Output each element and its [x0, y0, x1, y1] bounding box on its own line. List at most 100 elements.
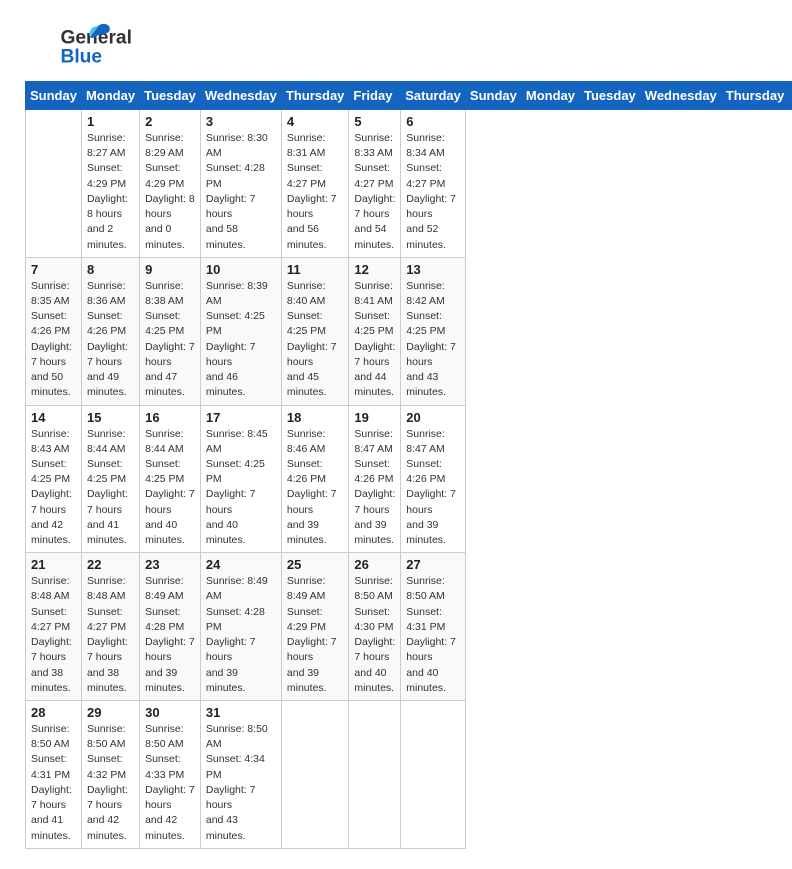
day-number: 28	[31, 705, 76, 720]
day-info: Sunrise: 8:27 AMSunset: 4:29 PMDaylight:…	[87, 131, 134, 253]
day-of-week-header: Monday	[81, 82, 139, 110]
day-number: 6	[406, 114, 460, 129]
calendar-cell: 10 Sunrise: 8:39 AMSunset: 4:25 PMDayligh…	[200, 257, 281, 405]
day-number: 31	[206, 705, 276, 720]
calendar-week-row: 7 Sunrise: 8:35 AMSunset: 4:26 PMDaylight…	[26, 257, 792, 405]
day-number: 30	[145, 705, 195, 720]
calendar-cell: 4Sunrise: 8:31 AMSunset: 4:27 PMDaylight…	[281, 110, 349, 258]
day-number: 16	[145, 410, 195, 425]
calendar-cell: 2Sunrise: 8:29 AMSunset: 4:29 PMDaylight…	[140, 110, 201, 258]
day-of-week-header: Sunday	[26, 82, 82, 110]
day-info: Sunrise: 8:43 AMSunset: 4:25 PMDaylight:…	[31, 427, 76, 549]
calendar-cell: 6Sunrise: 8:34 AMSunset: 4:27 PMDaylight…	[401, 110, 466, 258]
calendar-week-row: 28 Sunrise: 8:50 AMSunset: 4:31 PMDayligh…	[26, 701, 792, 849]
logo-icon: General Blue	[25, 20, 145, 73]
day-number: 11	[287, 262, 344, 277]
day-number: 24	[206, 557, 276, 572]
day-number: 25	[287, 557, 344, 572]
day-number: 8	[87, 262, 134, 277]
day-number: 10	[206, 262, 276, 277]
calendar-cell: 13 Sunrise: 8:42 AMSunset: 4:25 PMDayligh…	[401, 257, 466, 405]
calendar-week-row: 21 Sunrise: 8:48 AMSunset: 4:27 PMDayligh…	[26, 553, 792, 701]
calendar-cell: 8 Sunrise: 8:36 AMSunset: 4:26 PMDaylight…	[81, 257, 139, 405]
day-info: Sunrise: 8:50 AMSunset: 4:30 PMDaylight:…	[354, 574, 395, 696]
day-of-week-header: Thursday	[281, 82, 349, 110]
calendar-table: SundayMondayTuesdayWednesdayThursdayFrid…	[25, 81, 792, 849]
day-number: 19	[354, 410, 395, 425]
calendar-cell: 24 Sunrise: 8:49 AMSunset: 4:28 PMDayligh…	[200, 553, 281, 701]
day-number: 27	[406, 557, 460, 572]
weekday-header: Wednesday	[640, 82, 721, 110]
calendar-cell	[26, 110, 82, 258]
day-number: 12	[354, 262, 395, 277]
day-info: Sunrise: 8:45 AMSunset: 4:25 PMDaylight:…	[206, 427, 276, 549]
day-number: 9	[145, 262, 195, 277]
day-number: 7	[31, 262, 76, 277]
day-info: Sunrise: 8:39 AMSunset: 4:25 PMDaylight:…	[206, 279, 276, 401]
day-info: Sunrise: 8:50 AMSunset: 4:32 PMDaylight:…	[87, 722, 134, 844]
calendar-cell: 14Sunrise: 8:43 AMSunset: 4:25 PMDayligh…	[26, 405, 82, 553]
calendar-header-row: SundayMondayTuesdayWednesdayThursdayFrid…	[26, 82, 792, 110]
day-number: 18	[287, 410, 344, 425]
day-number: 13	[406, 262, 460, 277]
logo: General Blue	[25, 20, 145, 73]
calendar-cell: 12 Sunrise: 8:41 AMSunset: 4:25 PMDayligh…	[349, 257, 401, 405]
day-number: 20	[406, 410, 460, 425]
day-info: Sunrise: 8:42 AMSunset: 4:25 PMDaylight:…	[406, 279, 460, 401]
weekday-header: Tuesday	[580, 82, 641, 110]
day-info: Sunrise: 8:47 AMSunset: 4:26 PMDaylight:…	[354, 427, 395, 549]
day-info: Sunrise: 8:49 AMSunset: 4:28 PMDaylight:…	[206, 574, 276, 696]
calendar-cell: 20 Sunrise: 8:47 AMSunset: 4:26 PMDayligh…	[401, 405, 466, 553]
day-info: Sunrise: 8:46 AMSunset: 4:26 PMDaylight:…	[287, 427, 344, 549]
weekday-header: Sunday	[465, 82, 521, 110]
day-info: Sunrise: 8:49 AMSunset: 4:28 PMDaylight:…	[145, 574, 195, 696]
day-info: Sunrise: 8:49 AMSunset: 4:29 PMDaylight:…	[287, 574, 344, 696]
calendar-cell: 15 Sunrise: 8:44 AMSunset: 4:25 PMDayligh…	[81, 405, 139, 553]
day-info: Sunrise: 8:50 AMSunset: 4:31 PMDaylight:…	[31, 722, 76, 844]
day-info: Sunrise: 8:44 AMSunset: 4:25 PMDaylight:…	[87, 427, 134, 549]
calendar-cell: 22Sunrise: 8:48 AMSunset: 4:27 PMDayligh…	[81, 553, 139, 701]
calendar-cell: 25 Sunrise: 8:49 AMSunset: 4:29 PMDayligh…	[281, 553, 349, 701]
day-number: 1	[87, 114, 134, 129]
calendar-cell: 28 Sunrise: 8:50 AMSunset: 4:31 PMDayligh…	[26, 701, 82, 849]
calendar-cell: 16Sunrise: 8:44 AMSunset: 4:25 PMDayligh…	[140, 405, 201, 553]
day-info: Sunrise: 8:41 AMSunset: 4:25 PMDaylight:…	[354, 279, 395, 401]
calendar-cell: 7 Sunrise: 8:35 AMSunset: 4:26 PMDaylight…	[26, 257, 82, 405]
calendar-cell: 29 Sunrise: 8:50 AMSunset: 4:32 PMDayligh…	[81, 701, 139, 849]
calendar-cell: 26 Sunrise: 8:50 AMSunset: 4:30 PMDayligh…	[349, 553, 401, 701]
day-number: 15	[87, 410, 134, 425]
calendar-cell	[401, 701, 466, 849]
calendar-cell: 17 Sunrise: 8:45 AMSunset: 4:25 PMDayligh…	[200, 405, 281, 553]
day-of-week-header: Tuesday	[140, 82, 201, 110]
day-info: Sunrise: 8:40 AMSunset: 4:25 PMDaylight:…	[287, 279, 344, 401]
day-number: 5	[354, 114, 395, 129]
day-number: 17	[206, 410, 276, 425]
day-info: Sunrise: 8:29 AMSunset: 4:29 PMDaylight:…	[145, 131, 195, 253]
svg-text:Blue: Blue	[60, 47, 102, 68]
calendar-cell: 5 Sunrise: 8:33 AMSunset: 4:27 PMDaylight…	[349, 110, 401, 258]
calendar-cell: 18 Sunrise: 8:46 AMSunset: 4:26 PMDayligh…	[281, 405, 349, 553]
calendar-cell: 11 Sunrise: 8:40 AMSunset: 4:25 PMDayligh…	[281, 257, 349, 405]
day-info: Sunrise: 8:31 AMSunset: 4:27 PMDaylight:…	[287, 131, 344, 253]
weekday-header: Thursday	[721, 82, 789, 110]
day-number: 21	[31, 557, 76, 572]
day-of-week-header: Saturday	[401, 82, 466, 110]
calendar-cell: 1 Sunrise: 8:27 AMSunset: 4:29 PMDaylight…	[81, 110, 139, 258]
day-info: Sunrise: 8:30 AMSunset: 4:28 PMDaylight:…	[206, 131, 276, 253]
day-info: Sunrise: 8:48 AMSunset: 4:27 PMDaylight:…	[31, 574, 76, 696]
day-info: Sunrise: 8:50 AMSunset: 4:34 PMDaylight:…	[206, 722, 276, 844]
calendar-week-row: 14Sunrise: 8:43 AMSunset: 4:25 PMDayligh…	[26, 405, 792, 553]
day-info: Sunrise: 8:33 AMSunset: 4:27 PMDaylight:…	[354, 131, 395, 253]
day-info: Sunrise: 8:48 AMSunset: 4:27 PMDaylight:…	[87, 574, 134, 696]
day-number: 29	[87, 705, 134, 720]
calendar-cell: 9Sunrise: 8:38 AMSunset: 4:25 PMDaylight…	[140, 257, 201, 405]
calendar-cell: 31 Sunrise: 8:50 AMSunset: 4:34 PMDayligh…	[200, 701, 281, 849]
calendar-cell: 27Sunrise: 8:50 AMSunset: 4:31 PMDayligh…	[401, 553, 466, 701]
day-info: Sunrise: 8:35 AMSunset: 4:26 PMDaylight:…	[31, 279, 76, 401]
day-info: Sunrise: 8:47 AMSunset: 4:26 PMDaylight:…	[406, 427, 460, 549]
day-info: Sunrise: 8:36 AMSunset: 4:26 PMDaylight:…	[87, 279, 134, 401]
page-header: General Blue	[25, 20, 767, 73]
calendar-cell: 21 Sunrise: 8:48 AMSunset: 4:27 PMDayligh…	[26, 553, 82, 701]
calendar-cell: 30Sunrise: 8:50 AMSunset: 4:33 PMDayligh…	[140, 701, 201, 849]
day-number: 26	[354, 557, 395, 572]
